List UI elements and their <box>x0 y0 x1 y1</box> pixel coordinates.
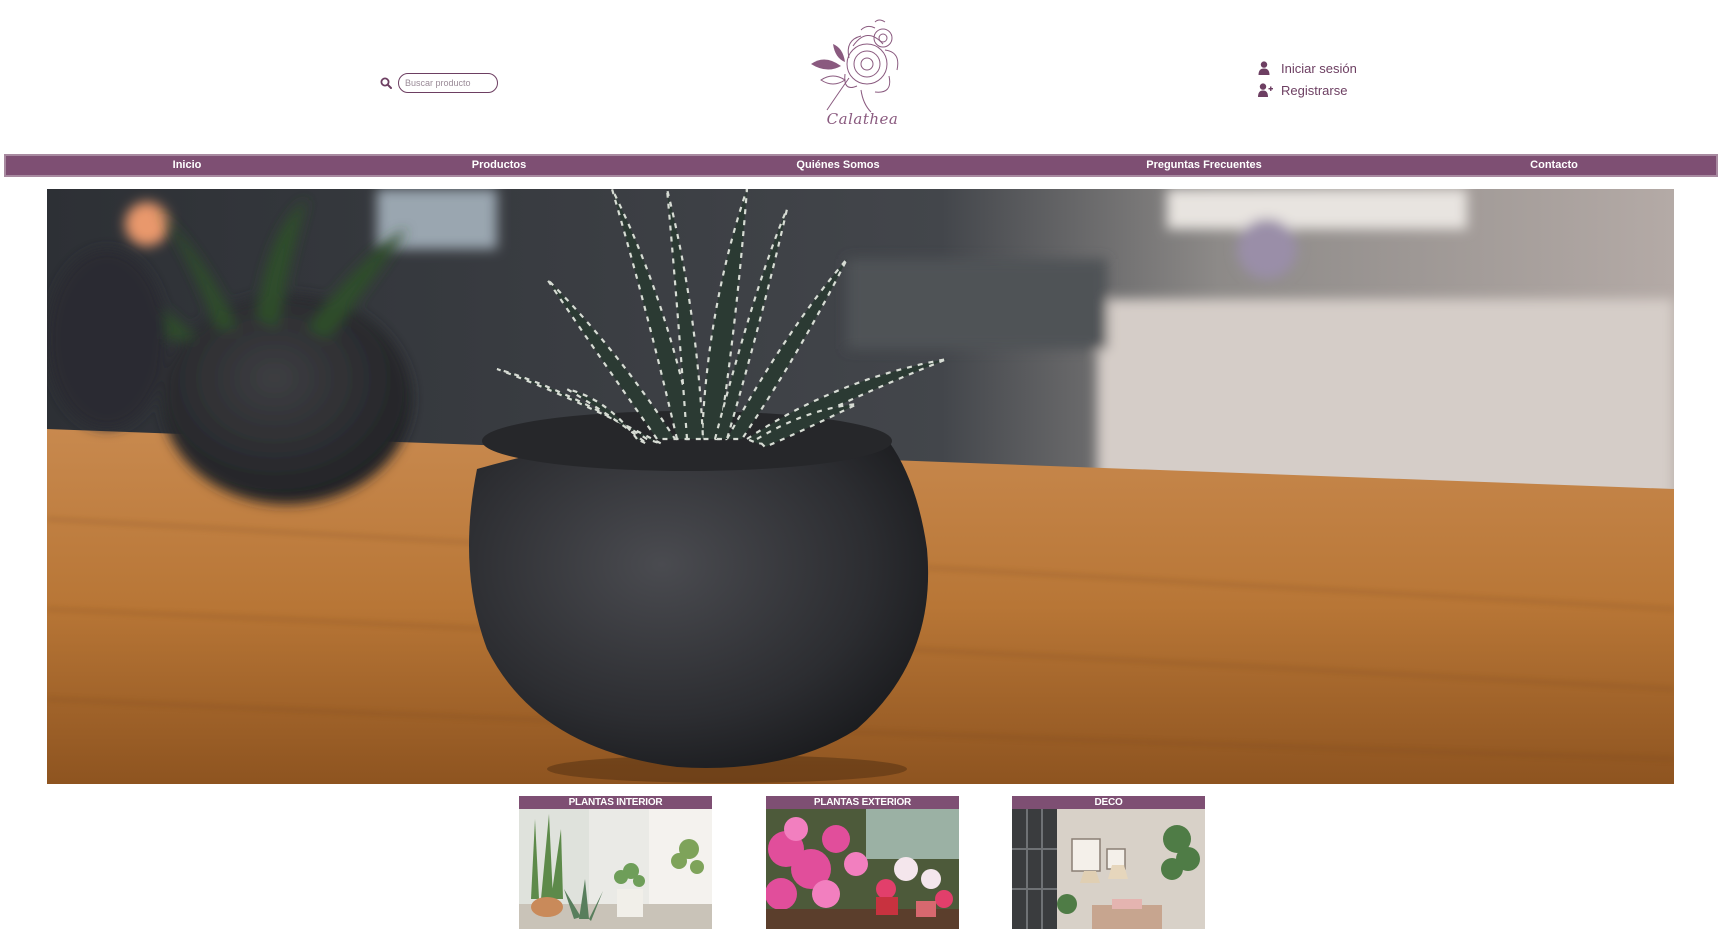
category-label: DECO <box>1012 796 1205 809</box>
user-icon <box>1258 61 1270 75</box>
category-image <box>766 809 959 929</box>
site-header: Calathea Iniciar sesión Registrarse <box>0 0 1722 150</box>
search-input[interactable] <box>398 73 498 93</box>
search-bar <box>380 73 498 93</box>
category-card-plantas-interior[interactable]: PLANTAS INTERIOR <box>519 796 712 929</box>
register-label: Registrarse <box>1281 82 1348 98</box>
account-links: Iniciar sesión Registrarse <box>1258 60 1357 98</box>
nav-item-quienes-somos[interactable]: Quiénes Somos <box>796 156 879 175</box>
logo-flower-icon <box>811 19 899 113</box>
login-link[interactable]: Iniciar sesión <box>1258 60 1357 76</box>
nav-item-preguntas-frecuentes[interactable]: Preguntas Frecuentes <box>1146 156 1262 175</box>
category-label: PLANTAS INTERIOR <box>519 796 712 809</box>
page: Calathea Iniciar sesión Registrarse <box>0 0 1722 929</box>
category-label: PLANTAS EXTERIOR <box>766 796 959 809</box>
hero-image <box>47 189 1674 784</box>
login-label: Iniciar sesión <box>1281 60 1357 76</box>
register-link[interactable]: Registrarse <box>1258 82 1357 98</box>
search-icon[interactable] <box>380 77 392 89</box>
nav-item-contacto[interactable]: Contacto <box>1530 156 1578 175</box>
category-card-plantas-exterior[interactable]: PLANTAS EXTERIOR <box>766 796 959 929</box>
main-nav: Inicio Productos Quiénes Somos Preguntas… <box>4 154 1718 177</box>
category-image <box>1012 809 1205 929</box>
user-plus-icon <box>1258 83 1273 97</box>
nav-item-productos[interactable]: Productos <box>472 156 526 175</box>
nav-item-inicio[interactable]: Inicio <box>173 156 202 175</box>
hero-banner <box>47 189 1674 784</box>
category-card-deco[interactable]: DECO <box>1012 796 1205 929</box>
logo-text: Calathea <box>826 110 899 128</box>
logo[interactable]: Calathea <box>805 14 920 132</box>
category-image <box>519 809 712 929</box>
